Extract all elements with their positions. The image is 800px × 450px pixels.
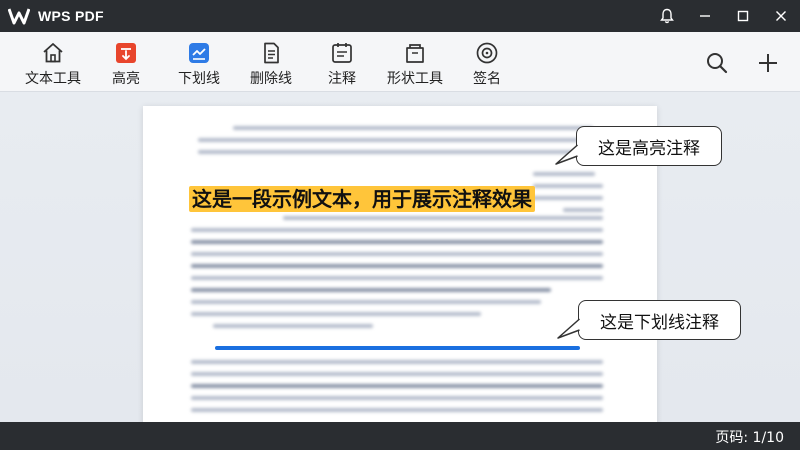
notification-bell-icon[interactable] <box>648 0 686 32</box>
tool-signature-label: 签名 <box>473 71 501 87</box>
signature-icon <box>474 40 500 65</box>
tool-comment-label: 注释 <box>328 71 356 87</box>
wps-logo-icon <box>8 7 30 25</box>
title-bar: WPS PDF <box>0 0 800 32</box>
highlighted-text-content: 这是一段示例文本，用于展示注释效果 <box>189 186 535 212</box>
tool-underline-label: 下划线 <box>178 71 220 87</box>
tool-shape-label: 形状工具 <box>387 71 443 87</box>
tool-text[interactable]: 文本工具 <box>24 36 82 88</box>
page-indicator: 页码: 1/10 <box>715 430 784 446</box>
underline-callout: 这是下划线注释 <box>578 300 741 340</box>
highlighted-text[interactable]: 这是一段示例文本，用于展示注释效果 <box>189 184 539 215</box>
tool-text-label: 文本工具 <box>25 71 81 87</box>
app-title: WPS PDF <box>38 8 104 24</box>
toolbar: 文本工具 高亮 下划线 删除线 注释 形状工具 签名 <box>0 32 800 92</box>
underline-callout-tail <box>557 318 580 339</box>
tool-shape[interactable]: 形状工具 <box>384 36 446 88</box>
document-workspace: 这是一段示例文本，用于展示注释效果 这是高亮注释 这是下划线注释 <box>0 92 800 422</box>
tool-strikethrough[interactable]: 删除线 <box>246 36 296 88</box>
shape-icon <box>402 40 428 65</box>
add-icon[interactable] <box>755 50 781 76</box>
tool-strikethrough-label: 删除线 <box>250 71 292 87</box>
highlight-callout-tail <box>555 144 578 165</box>
maximize-icon[interactable] <box>724 0 762 32</box>
tool-highlight-label: 高亮 <box>112 71 140 87</box>
underline-callout-text: 这是下划线注释 <box>600 312 719 333</box>
comment-icon <box>329 40 355 65</box>
close-icon[interactable] <box>762 0 800 32</box>
highlight-icon <box>113 40 139 65</box>
search-icon[interactable] <box>704 50 730 76</box>
highlight-callout-text: 这是高亮注释 <box>598 138 700 159</box>
home-icon <box>40 40 66 65</box>
window-controls <box>648 0 800 32</box>
underline-icon <box>186 40 212 65</box>
highlight-callout: 这是高亮注释 <box>576 126 722 166</box>
minimize-icon[interactable] <box>686 0 724 32</box>
strikethrough-icon <box>258 40 284 65</box>
tool-signature[interactable]: 签名 <box>468 36 506 88</box>
tool-underline[interactable]: 下划线 <box>176 36 222 88</box>
tool-comment[interactable]: 注释 <box>324 36 360 88</box>
status-bar: 页码: 1/10 <box>0 422 800 450</box>
tool-highlight[interactable]: 高亮 <box>106 36 146 88</box>
underline-annotation[interactable] <box>215 346 580 350</box>
